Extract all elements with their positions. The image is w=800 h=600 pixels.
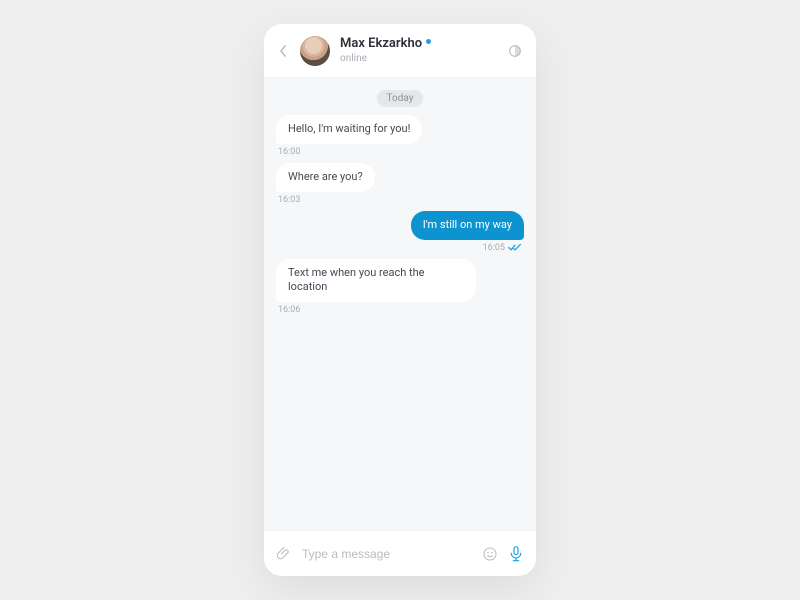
message-meta: 16:05 <box>483 243 524 253</box>
message-bubble[interactable]: I'm still on my way <box>411 211 524 240</box>
messages-list[interactable]: Today Hello, I'm waiting for you! 16:00 … <box>264 78 536 530</box>
online-indicator-icon <box>426 39 431 44</box>
date-separator: Today <box>377 90 424 107</box>
microphone-icon <box>508 545 524 563</box>
avatar[interactable] <box>300 36 330 66</box>
back-button[interactable] <box>276 44 290 58</box>
message-in: Hello, I'm waiting for you! 16:00 <box>276 115 524 157</box>
chat-screen: Max Ekzarkho online Today Hello, I'm wai… <box>264 24 536 576</box>
message-input[interactable] <box>302 547 472 561</box>
emoji-button[interactable] <box>482 546 498 562</box>
voice-message-button[interactable] <box>508 545 524 563</box>
message-time: 16:05 <box>483 243 505 253</box>
moon-icon <box>507 43 523 59</box>
message-in: Where are you? 16:03 <box>276 163 524 205</box>
message-time: 16:00 <box>276 147 300 157</box>
contact-info[interactable]: Max Ekzarkho online <box>340 37 496 63</box>
message-bubble[interactable]: Hello, I'm waiting for you! <box>276 115 422 144</box>
message-input-bar <box>264 530 536 576</box>
message-time: 16:03 <box>276 195 300 205</box>
attach-button[interactable] <box>276 546 292 562</box>
message-bubble[interactable]: Text me when you reach the location <box>276 259 476 303</box>
contact-status: online <box>340 53 496 64</box>
message-in: Text me when you reach the location 16:0… <box>276 259 524 316</box>
chevron-left-icon <box>279 45 287 57</box>
message-time: 16:06 <box>276 305 300 315</box>
theme-toggle-button[interactable] <box>506 42 524 60</box>
chat-header: Max Ekzarkho online <box>264 24 536 78</box>
read-receipt-icon <box>508 243 522 252</box>
smile-icon <box>482 546 498 562</box>
contact-name: Max Ekzarkho <box>340 37 422 51</box>
message-bubble[interactable]: Where are you? <box>276 163 375 192</box>
message-out: I'm still on my way 16:05 <box>276 211 524 253</box>
paperclip-icon <box>276 546 292 562</box>
